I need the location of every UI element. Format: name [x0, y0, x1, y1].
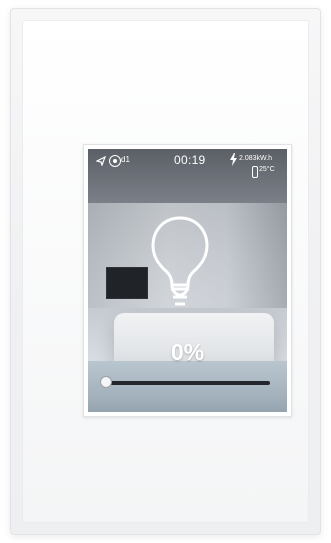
status-bar: d1 00:19 2.083kW.h 25°C	[88, 149, 287, 178]
brightness-slider[interactable]	[100, 376, 270, 388]
record-icon[interactable]	[109, 155, 121, 167]
touchscreen-frame: d1 00:19 2.083kW.h 25°C 0%	[83, 144, 292, 417]
send-arrow-icon[interactable]	[96, 156, 106, 166]
touchscreen-display[interactable]: d1 00:19 2.083kW.h 25°C 0%	[88, 149, 287, 412]
temperature-reading: 25°C	[259, 166, 275, 173]
light-bulb-icon[interactable]	[145, 213, 215, 313]
brightness-slider-thumb[interactable]	[100, 376, 112, 388]
room-tv-image	[106, 267, 148, 299]
power-usage: 2.083kW.h	[239, 155, 273, 162]
brightness-percent: 0%	[170, 339, 205, 365]
room-floor-image	[88, 361, 287, 412]
record-label: d1	[121, 155, 130, 164]
clock-time: 00:19	[174, 153, 206, 167]
thermometer-icon	[252, 166, 258, 178]
lightning-icon	[230, 153, 237, 166]
wall-panel: d1 00:19 2.083kW.h 25°C 0%	[10, 8, 321, 535]
